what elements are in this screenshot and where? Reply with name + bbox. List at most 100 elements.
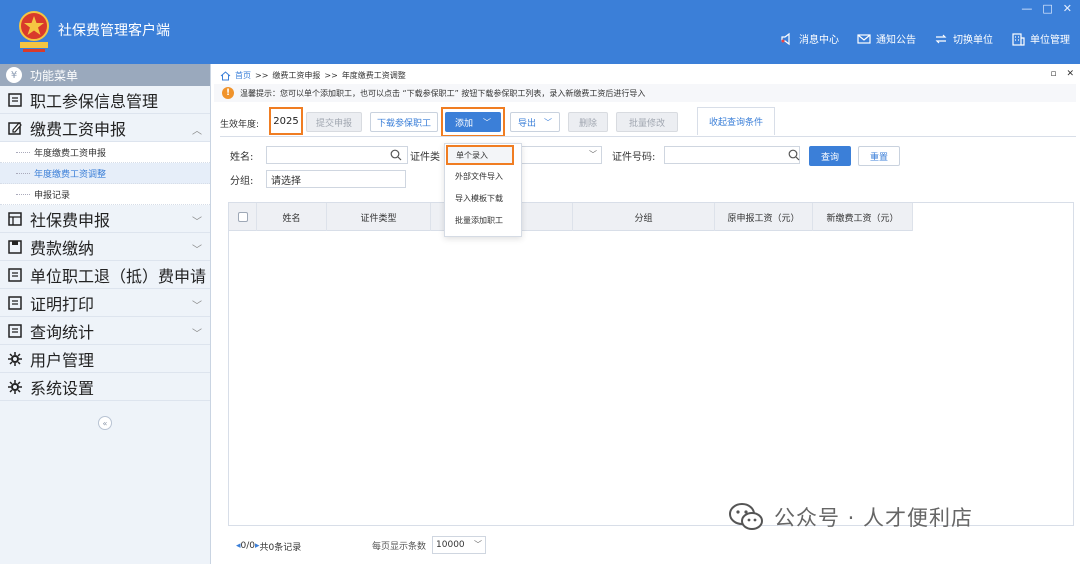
menu-item-template-download[interactable]: 导入模板下载 [445,187,521,209]
sidebar-item-wage-declaration[interactable]: 缴费工资申报 ︿ [0,114,210,142]
yen-icon: ¥ [6,67,22,83]
unit-management-label: 单位管理 [1030,35,1070,46]
top-nav: 消息中心 通知公告 切换单位 单位管理 [780,31,1070,46]
download-employees-button[interactable]: 下载参保职工 [370,112,438,132]
list-icon [8,295,22,310]
sidebar-item-label: 费款缴纳 [30,238,95,258]
export-button[interactable]: 导出 ﹀ [510,112,560,132]
sidebar-subitem-annual-wage-adjustment[interactable]: 年度缴费工资调整 [0,163,210,184]
unit-management-link[interactable]: 单位管理 [1011,31,1070,46]
year-field[interactable]: 2025 [269,107,303,135]
sidebar-subitem-annual-wage-declaration[interactable]: 年度缴费工资申报 [0,142,210,163]
menu-item-single-entry[interactable]: 单个录入 [446,145,514,165]
add-button[interactable]: 添加 ﹀ [445,112,501,132]
column-header-group[interactable]: 分组 [573,203,715,231]
minimize-button[interactable]: — [1021,2,1032,15]
message-center-link[interactable]: 消息中心 [780,31,839,46]
tab-collapse-query[interactable]: 收起查询条件 [697,107,775,135]
column-header-name[interactable]: 姓名 [257,203,327,231]
sidebar-item-system-settings[interactable]: 系统设置 [0,373,210,401]
reset-button[interactable]: 重置 [858,146,900,166]
tab-divider [220,136,1076,137]
submit-declaration-button[interactable]: 提交申报 [306,112,362,132]
search-icon[interactable] [390,149,402,161]
chevron-down-icon: ﹀ [192,329,202,340]
id-number-label: 证件号码: [612,152,656,163]
sidebar-item-employee-info[interactable]: 职工参保信息管理 [0,86,210,114]
sidebar-item-certificate-print[interactable]: 证明打印 ﹀ [0,289,210,317]
id-number-input[interactable] [664,146,800,164]
sidebar-item-user-management[interactable]: 用户管理 [0,345,210,373]
sidebar-item-label: 用户管理 [30,350,95,370]
sidebar-subitem-declaration-records[interactable]: 申报记录 [0,184,210,205]
sidebar-item-label: 职工参保信息管理 [30,91,159,111]
menu-item-external-import[interactable]: 外部文件导入 [445,165,521,187]
table-icon [8,211,22,226]
sidebar-item-social-insurance-declaration[interactable]: 社保费申报 ﹀ [0,205,210,233]
subitem-label: 年度缴费工资调整 [34,169,107,180]
panel-controls: ▫ ✕ [1050,69,1074,79]
close-button[interactable]: ✕ [1063,2,1072,15]
sidebar: ¥ 功能菜单 职工参保信息管理 缴费工资申报 ︿ 年度缴费工资申报 年度缴费工资… [0,64,211,564]
breadcrumb-item[interactable]: 缴费工资申报 [272,70,320,81]
page-size-select[interactable]: 10000 ﹀ [432,536,487,554]
maximize-panel-icon[interactable]: ▫ [1050,69,1056,79]
list-icon [8,92,22,107]
column-header-original-wage[interactable]: 原申报工资（元） [715,203,813,231]
sidebar-item-label: 系统设置 [30,378,95,398]
sidebar-item-fee-payment[interactable]: 费款缴纳 ﹀ [0,233,210,261]
delete-button[interactable]: 删除 [568,112,608,132]
sidebar-item-label: 缴费工资申报 [30,119,127,139]
id-type-label: 证件类 [410,152,440,163]
export-button-label: 导出 [517,118,536,129]
name-label: 姓名: [230,152,254,163]
subitem-label: 年度缴费工资申报 [34,148,107,159]
warning-icon: ! [222,87,234,99]
watermark-text: 公众号 · 人才便利店 [774,506,974,530]
sidebar-item-query-statistics[interactable]: 查询统计 ﹀ [0,317,210,345]
switch-icon [935,34,947,43]
group-select[interactable]: 请选择 [266,170,406,188]
column-header-new-wage[interactable]: 新缴费工资（元） [813,203,913,231]
sidebar-item-label: 证明打印 [30,294,95,314]
breadcrumb-sep: >> [324,71,338,80]
pagination: ◂ 0/0 ▸ 共0条记录 [236,536,301,556]
wechat-watermark: 公众号 · 人才便利店 [728,502,973,532]
name-input[interactable] [266,146,408,164]
page-indicator: 0/0 [240,541,256,551]
sidebar-header-label: 功能菜单 [30,68,79,83]
search-icon[interactable] [788,149,800,161]
sidebar-item-refund-application[interactable]: 单位职工退（抵）费申请 [0,261,210,289]
search-panel: 姓名: 证件类 ﹀ 证件号码: 查询 重置 分组: 请选择 [220,144,1076,192]
chevron-down-icon: ﹀ [589,150,597,159]
close-panel-icon[interactable]: ✕ [1066,69,1074,79]
announcement-link[interactable]: 通知公告 [857,31,916,46]
message-center-label: 消息中心 [799,35,839,46]
query-button[interactable]: 查询 [809,146,851,166]
breadcrumb: 首页 >> 缴费工资申报 >> 年度缴费工资调整 [220,70,406,81]
add-dropdown-menu: 单个录入 外部文件导入 导入模板下载 批量添加职工 [444,143,522,237]
record-count: 共0条记录 [259,542,302,553]
building-icon [1012,32,1025,46]
page-size-label: 每页显示条数 [372,541,427,552]
add-button-label: 添加 [454,118,473,129]
collapse-sidebar-button[interactable]: « [98,416,112,430]
group-label: 分组: [230,176,254,187]
app-header: 社保费管理客户端 — □ ✕ 消息中心 通知公告 切换单位 单位管理 [0,0,1080,64]
window-controls: — □ ✕ [1021,2,1072,15]
breadcrumb-home[interactable]: 首页 [235,70,251,81]
column-header-id-type[interactable]: 证件类型 [327,203,431,231]
table-header: 姓名 证件类型 分组 原申报工资（元） 新缴费工资（元） [229,203,913,231]
select-all-checkbox[interactable] [237,212,248,222]
switch-unit-link[interactable]: 切换单位 [934,31,993,46]
restore-button[interactable]: □ [1042,2,1052,15]
announcement-label: 通知公告 [876,35,916,46]
menu-item-batch-add[interactable]: 批量添加职工 [445,209,521,231]
submenu-wage-declaration: 年度缴费工资申报 年度缴费工资调整 申报记录 [0,142,210,205]
gear-icon [8,351,22,366]
chevron-up-icon: ︿ [192,126,202,137]
subitem-label: 申报记录 [34,190,71,201]
data-table: 姓名 证件类型 分组 原申报工资（元） 新缴费工资（元） [228,202,1074,526]
id-type-select[interactable]: ﹀ [516,146,602,164]
batch-edit-button[interactable]: 批量修改 [616,112,678,132]
